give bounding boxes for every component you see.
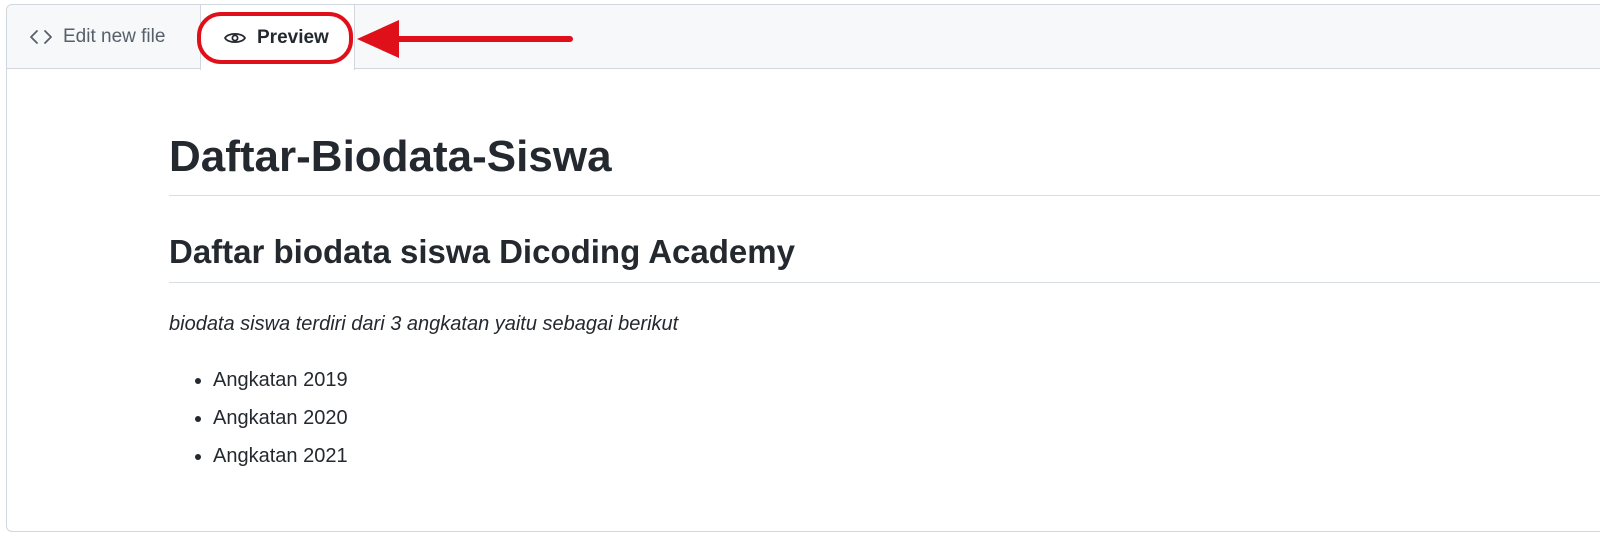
eye-icon <box>223 29 247 47</box>
editor-panel: Edit new file Preview Daftar-Biodata-Sis… <box>6 4 1600 532</box>
tab-edit-label: Edit new file <box>63 26 166 47</box>
angkatan-list: Angkatan 2019 Angkatan 2020 Angkatan 202… <box>169 361 1600 475</box>
tab-edit-new-file[interactable]: Edit new file <box>7 5 200 69</box>
tab-preview-label: Preview <box>257 26 329 48</box>
document-title: Daftar-Biodata-Siswa <box>169 129 1600 196</box>
document-description: biodata siswa terdiri dari 3 angkatan ya… <box>169 313 679 335</box>
tab-bar: Edit new file Preview <box>7 5 1600 70</box>
markdown-preview: Daftar-Biodata-Siswa Daftar biodata sisw… <box>169 69 1600 475</box>
tab-preview[interactable]: Preview <box>200 5 355 70</box>
code-icon <box>29 28 53 46</box>
list-item: Angkatan 2020 <box>213 399 1600 437</box>
list-item: Angkatan 2021 <box>213 437 1600 475</box>
list-item: Angkatan 2019 <box>213 361 1600 399</box>
document-subtitle: Daftar biodata siswa Dicoding Academy <box>169 230 1600 283</box>
